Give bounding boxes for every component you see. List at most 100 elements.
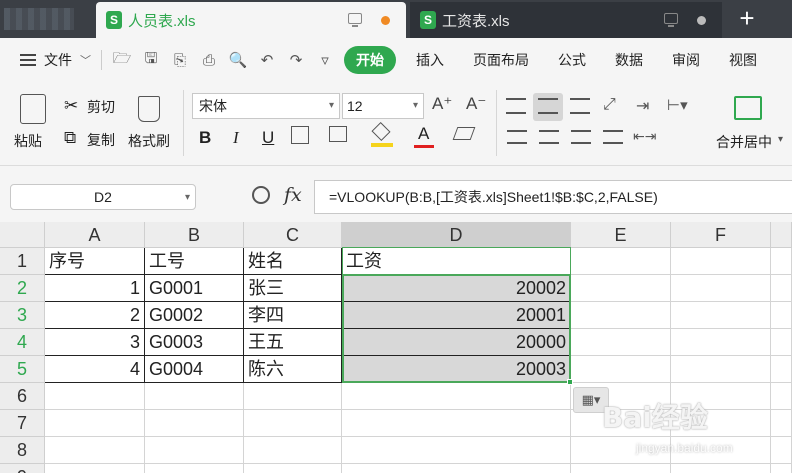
format-painter-button[interactable]: 格式刷 <box>126 90 176 156</box>
menu-page-layout[interactable]: 页面布局 <box>473 50 529 70</box>
cell-a5[interactable]: 4 <box>45 356 145 383</box>
menu-review[interactable]: 审阅 <box>672 50 700 70</box>
cell-c9[interactable] <box>244 464 342 473</box>
cell-e5[interactable] <box>571 356 671 383</box>
zoom-formula-icon[interactable] <box>252 186 270 204</box>
align-top-icon[interactable] <box>506 98 526 114</box>
redo-icon[interactable]: ↷ <box>286 50 306 70</box>
merge-center-button[interactable]: 合并居中 ▾ <box>712 90 788 156</box>
column-header-blank[interactable] <box>771 222 792 248</box>
font-size-select[interactable]: 12 ▾ <box>342 93 424 119</box>
wrap-text-icon[interactable]: ⇥ <box>636 96 649 116</box>
print-icon[interactable]: ⎙ <box>199 50 219 70</box>
row-header[interactable]: 5 <box>0 356 45 383</box>
italic-button[interactable]: I <box>233 128 239 148</box>
align-middle-icon[interactable] <box>538 98 558 114</box>
monitor-icon[interactable] <box>348 13 362 27</box>
cell-b4[interactable]: G0003 <box>145 329 244 356</box>
copy-icon[interactable]: ⧉ <box>64 128 76 148</box>
align-right-icon[interactable] <box>571 130 591 144</box>
export-icon[interactable]: ⎘ <box>170 50 190 70</box>
cell-e3[interactable] <box>571 302 671 329</box>
cell-f8[interactable] <box>671 437 771 464</box>
align-left-icon[interactable] <box>507 130 527 144</box>
monitor-icon[interactable] <box>664 13 678 27</box>
cell-b5[interactable]: G0004 <box>145 356 244 383</box>
cell-extra7[interactable] <box>771 410 792 437</box>
cell-c8[interactable] <box>244 437 342 464</box>
customize-dropdown-icon[interactable]: ▿ <box>315 50 335 70</box>
cell-d5[interactable]: 20003 <box>342 356 571 383</box>
font-family-select[interactable]: 宋体 ▾ <box>192 93 340 119</box>
formula-input[interactable]: =VLOOKUP(B:B,[工资表.xls]Sheet1!$B:$C,2,FAL… <box>314 180 792 214</box>
row-header[interactable]: 9 <box>0 464 45 473</box>
cell-e4[interactable] <box>571 329 671 356</box>
cell-f7[interactable] <box>671 410 771 437</box>
save-icon[interactable]: 🖫 <box>141 50 161 70</box>
cell-b1[interactable]: 工号 <box>145 248 244 275</box>
menu-view[interactable]: 视图 <box>729 50 757 70</box>
undo-icon[interactable]: ↶ <box>257 50 277 70</box>
menu-formulas[interactable]: 公式 <box>558 50 586 70</box>
cell-extra3[interactable] <box>771 302 792 329</box>
cell-d7[interactable] <box>342 410 571 437</box>
column-header-e[interactable]: E <box>571 222 671 248</box>
cell-extra5[interactable] <box>771 356 792 383</box>
cell-e2[interactable] <box>571 275 671 302</box>
cell-f5[interactable] <box>671 356 771 383</box>
tab-personnel-sheet[interactable]: S 人员表.xls <box>96 2 406 38</box>
cell-a4[interactable]: 3 <box>45 329 145 356</box>
chevron-down-icon[interactable]: ﹀ <box>80 52 91 68</box>
cell-e7[interactable] <box>571 410 671 437</box>
cell-a7[interactable] <box>45 410 145 437</box>
justify-icon[interactable] <box>603 130 623 144</box>
cell-b9[interactable] <box>145 464 244 473</box>
column-header-f[interactable]: F <box>671 222 771 248</box>
cell-e8[interactable] <box>571 437 671 464</box>
cell-c4[interactable]: 王五 <box>244 329 342 356</box>
cell-f6[interactable] <box>671 383 771 410</box>
cell-d2[interactable]: 20002 <box>342 275 571 302</box>
unsaved-dot-icon[interactable] <box>381 16 390 25</box>
cell-c3[interactable]: 李四 <box>244 302 342 329</box>
cell-c2[interactable]: 张三 <box>244 275 342 302</box>
cell-d6[interactable] <box>342 383 571 410</box>
open-folder-icon[interactable]: 🗁 <box>112 50 132 70</box>
font-color-button[interactable]: A <box>414 124 434 148</box>
cell-c6[interactable] <box>244 383 342 410</box>
cell-extra8[interactable] <box>771 437 792 464</box>
row-header[interactable]: 6 <box>0 383 45 410</box>
cell-d1[interactable]: 工资 <box>342 248 571 275</box>
indent-dropdown-icon[interactable]: ⊢▾ <box>667 96 688 114</box>
insert-function-button[interactable]: fx <box>284 184 302 206</box>
name-box[interactable]: D2 ▾ <box>10 184 196 210</box>
menu-insert[interactable]: 插入 <box>416 50 444 70</box>
grow-font-button[interactable]: A⁺ <box>432 94 452 114</box>
unsaved-dot-icon[interactable] <box>697 16 706 25</box>
tab-salary-sheet[interactable]: S 工资表.xls <box>410 2 722 38</box>
cell-a3[interactable]: 2 <box>45 302 145 329</box>
cell-b3[interactable]: G0002 <box>145 302 244 329</box>
fill-color-button[interactable] <box>371 121 393 147</box>
cell-extra4[interactable] <box>771 329 792 356</box>
copy-button[interactable]: 复制 <box>87 130 115 150</box>
cell-f2[interactable] <box>671 275 771 302</box>
file-menu[interactable]: 文件 <box>44 50 72 70</box>
column-header-c[interactable]: C <box>244 222 342 248</box>
cell-f3[interactable] <box>671 302 771 329</box>
cell-a1[interactable]: 序号 <box>45 248 145 275</box>
cell-a2[interactable]: 1 <box>45 275 145 302</box>
menu-data[interactable]: 数据 <box>615 50 643 70</box>
row-header[interactable]: 3 <box>0 302 45 329</box>
cell-extra1[interactable] <box>771 248 792 275</box>
cell-d8[interactable] <box>342 437 571 464</box>
paste-options-button[interactable]: ▦▾ <box>573 387 609 413</box>
cell-a9[interactable] <box>45 464 145 473</box>
row-header[interactable]: 4 <box>0 329 45 356</box>
eraser-icon[interactable] <box>452 127 476 140</box>
cell-d4[interactable]: 20000 <box>342 329 571 356</box>
column-header-b[interactable]: B <box>145 222 244 248</box>
cell-b6[interactable] <box>145 383 244 410</box>
underline-button[interactable]: U <box>262 128 274 148</box>
row-header[interactable]: 1 <box>0 248 45 275</box>
